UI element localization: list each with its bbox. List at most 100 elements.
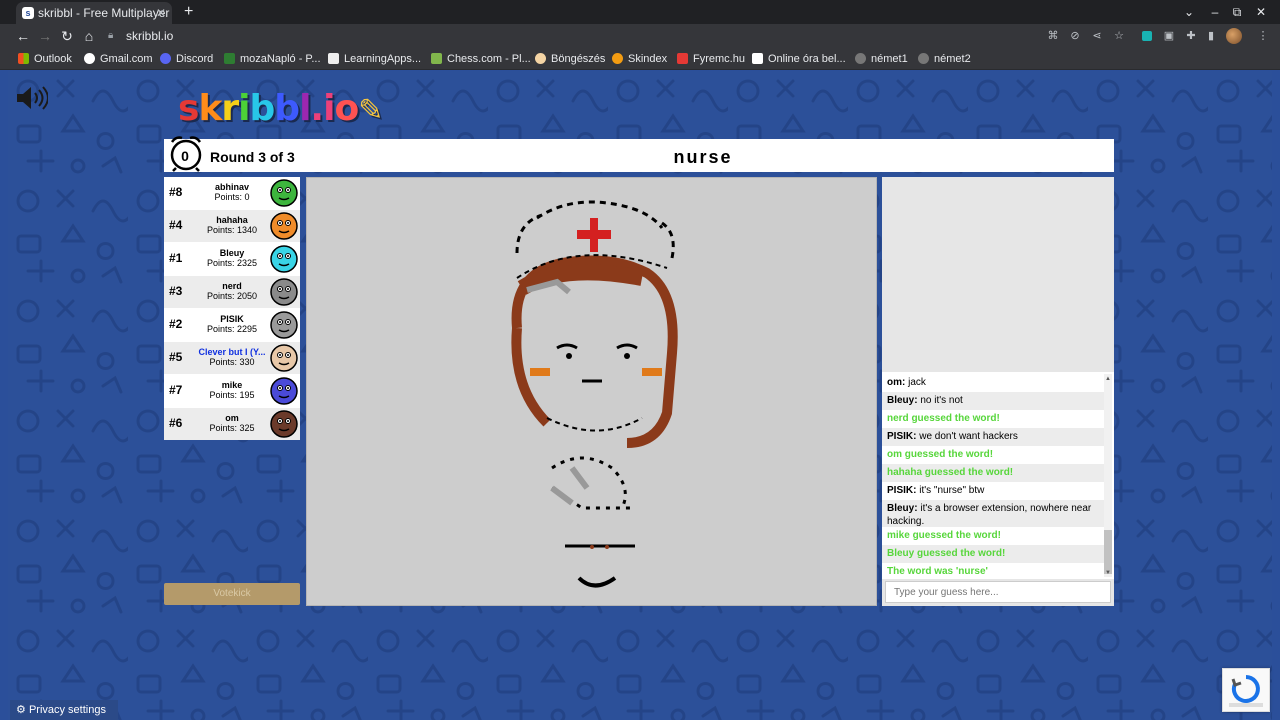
- votekick-button[interactable]: Votekick: [164, 583, 300, 605]
- player-row[interactable]: #5 Clever but I (Y... Points: 330: [164, 342, 300, 374]
- hide-eye-icon[interactable]: ⊘: [1068, 28, 1082, 44]
- share-icon[interactable]: ⋖: [1090, 28, 1104, 44]
- player-rank: #2: [169, 317, 183, 331]
- recaptcha-badge[interactable]: [1222, 668, 1270, 712]
- player-rank: #6: [169, 416, 183, 430]
- bookmark-label: Discord: [176, 53, 214, 65]
- chat-message: om: jack: [882, 374, 1104, 392]
- home-icon[interactable]: ⌂: [78, 24, 100, 48]
- bookmark-gmail[interactable]: Gmail.com: [84, 48, 153, 70]
- chat-system-message: Bleuy guessed the word!: [882, 545, 1104, 563]
- extension-icon[interactable]: [1142, 31, 1152, 41]
- maximize-button[interactable]: ⧉: [1224, 0, 1250, 24]
- chat-scroll-thumb[interactable]: [1104, 530, 1112, 574]
- player-points: Points: 0: [214, 192, 250, 202]
- globe-icon: [918, 53, 929, 64]
- chat-message: PISIK: it's "nurse" btw: [882, 482, 1104, 500]
- sound-speaker-icon[interactable]: [14, 84, 48, 112]
- back-icon[interactable]: ←: [12, 24, 34, 48]
- bookmark-fyremc[interactable]: Fyremc.hu: [677, 48, 745, 70]
- bookmark-skindex[interactable]: Skindex: [612, 48, 667, 70]
- windows-icon: [18, 53, 29, 64]
- close-tab-icon[interactable]: ✕: [156, 2, 166, 24]
- guess-input[interactable]: [885, 581, 1111, 603]
- privacy-settings-button[interactable]: ⚙ Privacy settings: [10, 700, 118, 720]
- bookmark-learningapps[interactable]: LearningApps...: [328, 48, 421, 70]
- player-row[interactable]: #8 abhinav Points: 0: [164, 177, 300, 209]
- bookmark-star-icon[interactable]: ☆: [1112, 28, 1126, 44]
- reload-icon[interactable]: ↻: [56, 24, 78, 48]
- address-bar[interactable]: 🔒︎ skribbl.io: [104, 26, 1144, 46]
- bookmark-outlook[interactable]: Outlook: [18, 48, 72, 70]
- bookmark-label: Skindex: [628, 53, 668, 65]
- player-name: Clever but I (Y...: [198, 347, 266, 357]
- chat-log[interactable]: om: jack Bleuy: no it's not nerd guessed t…: [882, 372, 1114, 579]
- player-row[interactable]: #4 hahaha Points: 1340: [164, 210, 300, 242]
- chat-username: Bleuy:: [887, 395, 918, 406]
- player-avatar-icon: [270, 377, 298, 405]
- bookmark-label: Böngészés: [551, 53, 606, 65]
- player-row[interactable]: #6 om Points: 325: [164, 408, 300, 440]
- close-window-button[interactable]: ✕: [1248, 0, 1274, 24]
- player-name: mike: [221, 380, 243, 390]
- new-tab-button[interactable]: +: [184, 1, 193, 23]
- scroll-up-icon[interactable]: ▲: [1103, 376, 1113, 382]
- bookmark-label: Chess.com - Pl...: [447, 53, 531, 65]
- player-rank: #5: [169, 350, 183, 364]
- bookmark-label: Gmail.com: [100, 53, 153, 65]
- skindex-icon: [612, 53, 623, 64]
- fyremc-icon: [677, 53, 688, 64]
- player-name: Bleuy: [219, 248, 245, 258]
- chat-system-message: om guessed the word!: [882, 446, 1104, 464]
- chat-text: no it's not: [917, 395, 963, 406]
- skribbl-logo: skribbl.io✎: [178, 88, 383, 129]
- chat-text: om guessed the word!: [887, 449, 994, 460]
- player-rank: #8: [169, 185, 183, 199]
- bookmark-chess[interactable]: Chess.com - Pl...: [431, 48, 531, 70]
- chat-text: Bleuy guessed the word!: [887, 548, 1006, 559]
- tab-search-icon[interactable]: ⌄: [1176, 0, 1202, 24]
- player-name: om: [225, 413, 239, 423]
- player-name: abhinav: [214, 182, 249, 192]
- player-list: #8 abhinav Points: 0 #4 hahaha Points: 1340 #1…: [164, 177, 300, 440]
- bookmark-nemet2[interactable]: német2: [918, 48, 971, 70]
- player-points: Points: 2325: [206, 258, 258, 268]
- player-points: Points: 195: [209, 390, 255, 400]
- translate-icon[interactable]: ⌘: [1046, 28, 1060, 44]
- scroll-down-icon[interactable]: ▼: [1103, 570, 1113, 576]
- player-name: nerd: [222, 281, 242, 291]
- menu-kebab-icon[interactable]: ⋮: [1256, 28, 1270, 44]
- bookmark-discord[interactable]: Discord: [160, 48, 213, 70]
- bookmark-nemet1[interactable]: német1: [855, 48, 908, 70]
- timer-value: 0: [181, 148, 189, 164]
- bookmark-bongeszes[interactable]: Böngészés: [535, 48, 605, 70]
- folder-icon: [535, 53, 546, 64]
- player-row[interactable]: #7 mike Points: 195: [164, 375, 300, 407]
- player-row[interactable]: #2 PISIK Points: 2295: [164, 309, 300, 341]
- browser-tab[interactable]: s skribbl - Free Multiplayer ✕: [16, 2, 172, 24]
- player-points: Points: 330: [209, 357, 255, 367]
- bookmark-mozanaplo[interactable]: mozaNapló - P...: [224, 48, 321, 70]
- player-row[interactable]: #1 Bleuy Points: 2325: [164, 243, 300, 275]
- chat-text: we don't want hackers: [916, 431, 1018, 442]
- chat-system-message: The word was 'nurse': [882, 563, 1104, 579]
- player-rank: #4: [169, 218, 183, 232]
- extensions-puzzle-icon[interactable]: ✚: [1184, 28, 1198, 44]
- chat-text: it's "nurse" btw: [916, 485, 985, 496]
- gear-icon: ⚙: [16, 704, 26, 716]
- player-row[interactable]: #3 nerd Points: 2050: [164, 276, 300, 308]
- bookmark-online-ora[interactable]: Online óra bel...: [752, 48, 846, 70]
- side-panel-icon[interactable]: ▮: [1204, 28, 1218, 44]
- bookmark-label: Fyremc.hu: [693, 53, 745, 65]
- screenshot-icon[interactable]: ▣: [1162, 28, 1176, 44]
- round-indicator: Round 3 of 3: [210, 149, 295, 165]
- player-name: hahaha: [216, 215, 248, 225]
- google-icon: [84, 53, 95, 64]
- forward-icon[interactable]: →: [34, 24, 56, 48]
- chat-system-message: hahaha guessed the word!: [882, 464, 1104, 482]
- browser-toolbar: ← → ↻ ⌂ 🔒︎ skribbl.io ⌘ ⊘ ⋖ ☆ ▣ ✚ ▮ ⋮: [0, 24, 1280, 48]
- player-avatar-icon: [270, 311, 298, 339]
- drawing-canvas[interactable]: [306, 177, 877, 606]
- player-avatar-icon: [270, 245, 298, 273]
- profile-avatar[interactable]: [1226, 28, 1242, 44]
